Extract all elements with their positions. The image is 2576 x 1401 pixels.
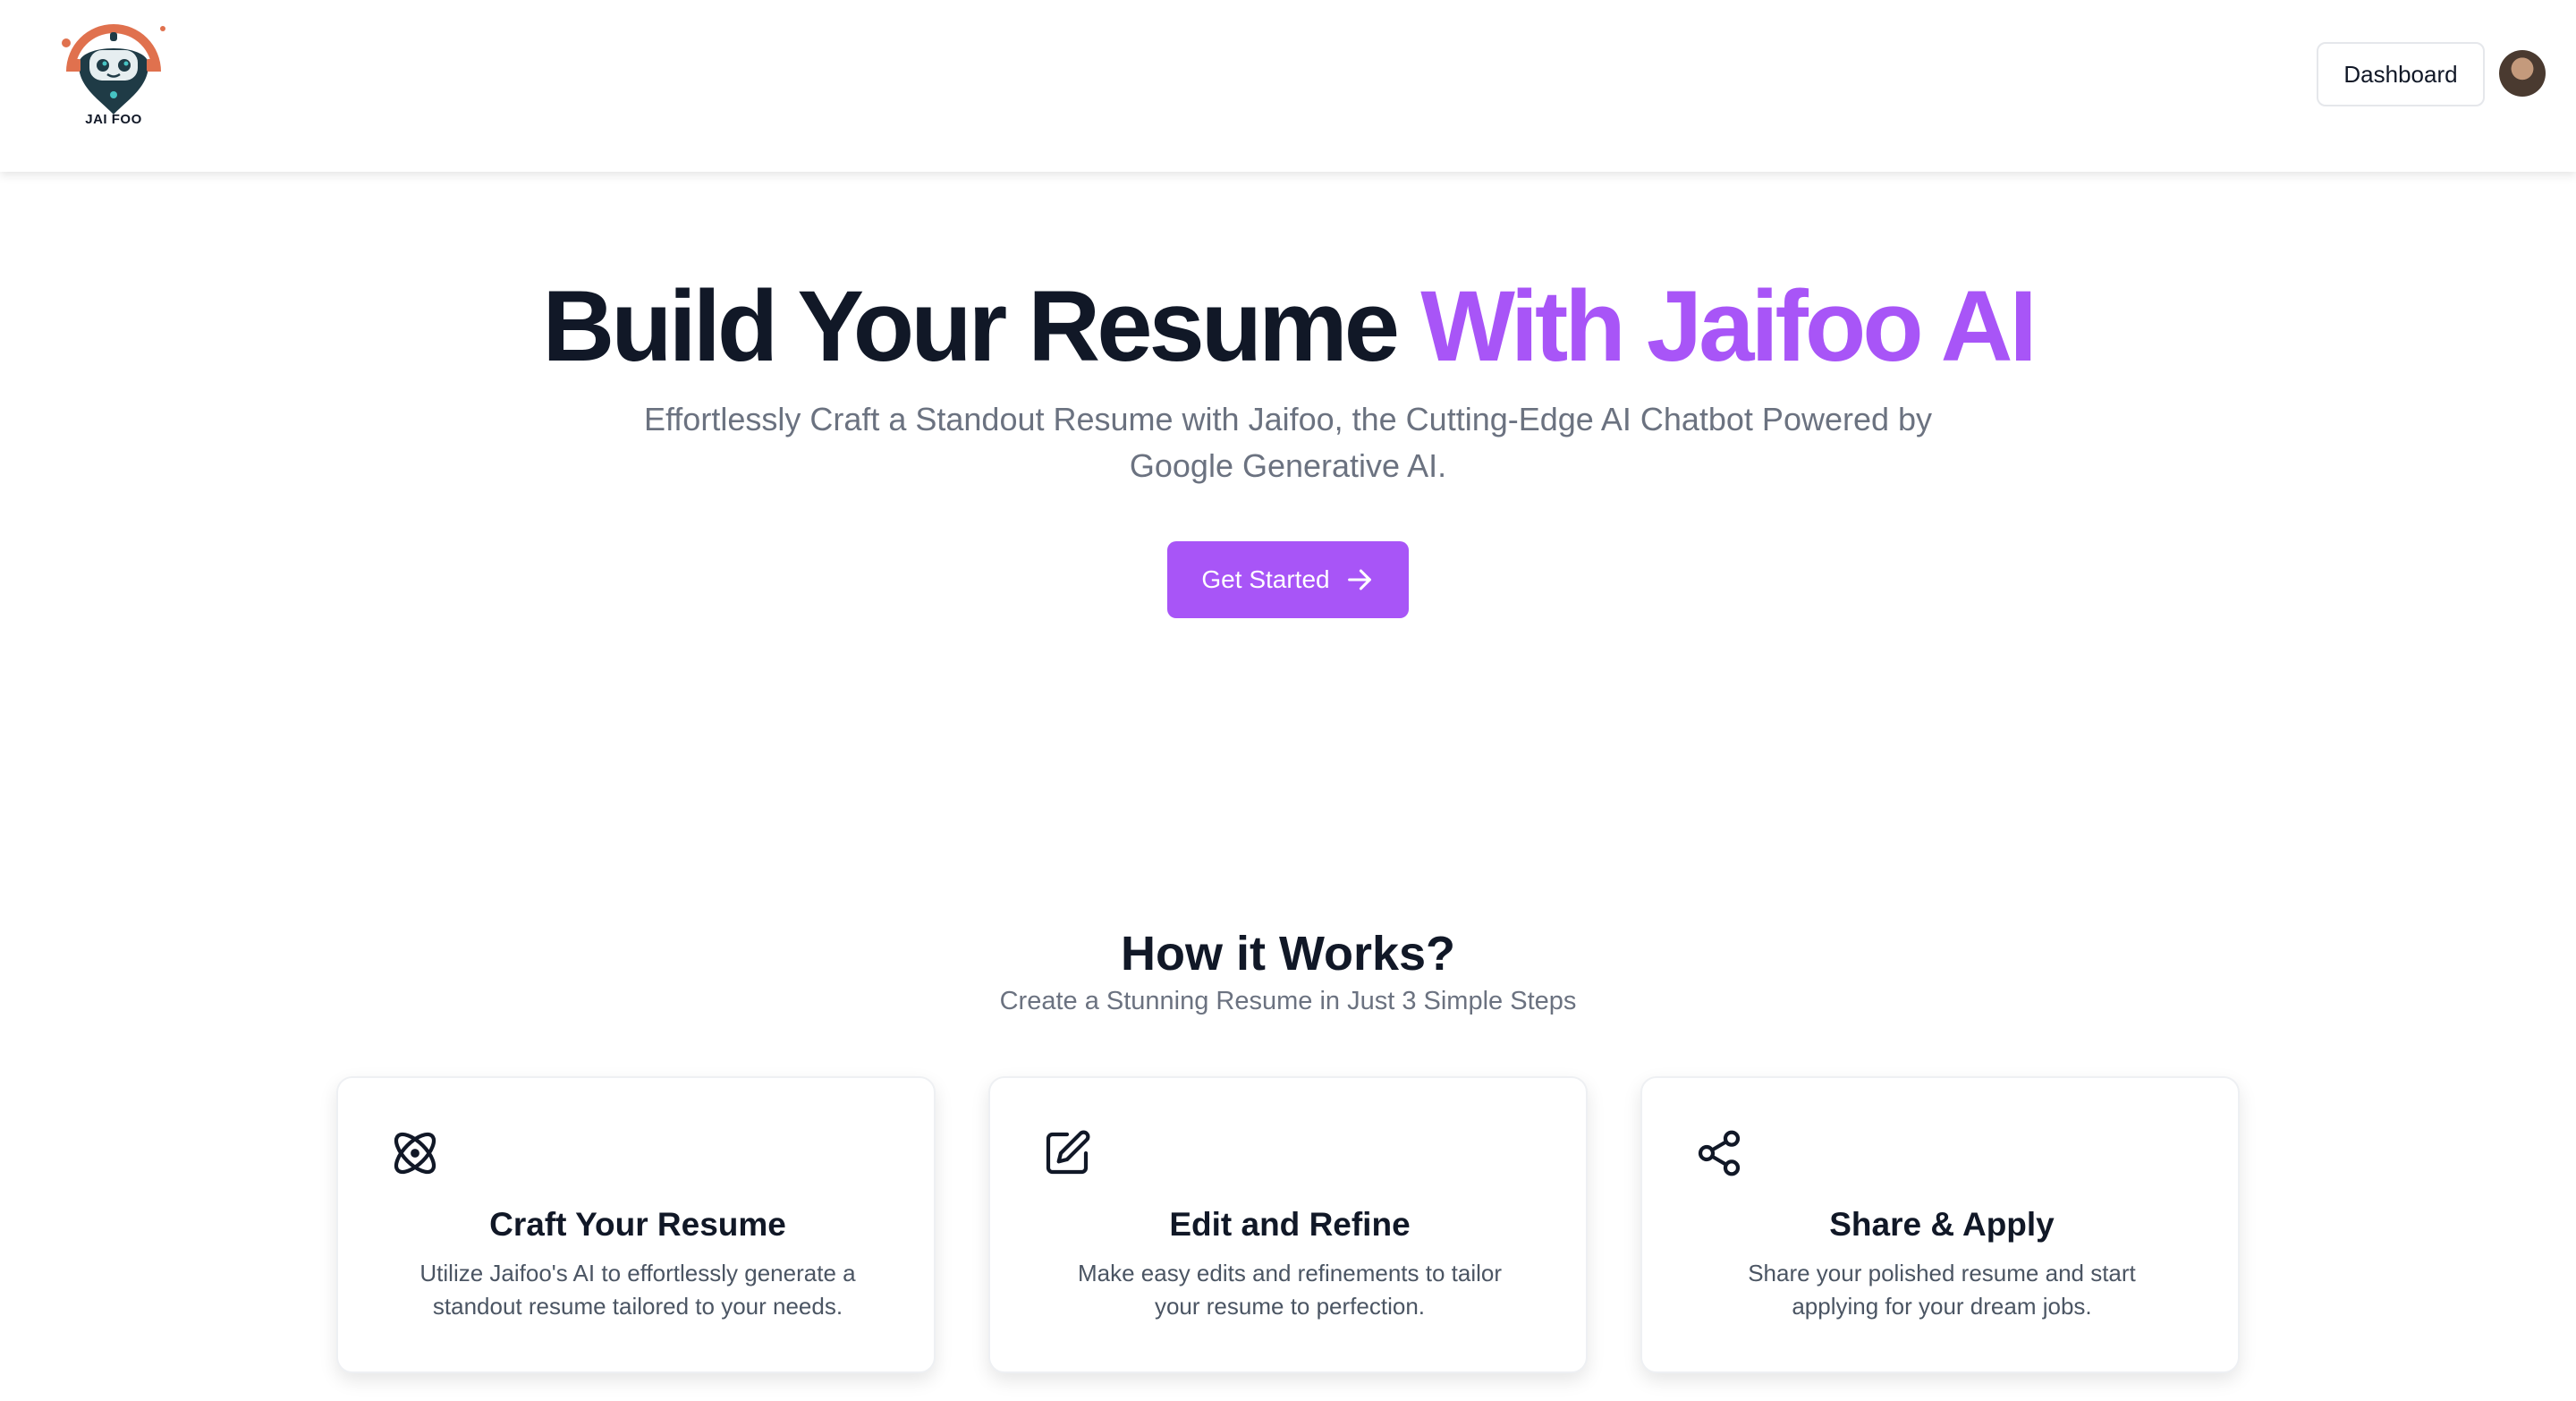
robot-logo-icon: [62, 24, 165, 115]
step-card-description: Make easy edits and refinements to tailo…: [1077, 1260, 1503, 1320]
share-icon: [1694, 1128, 1744, 1178]
step-card-title: Share & Apply: [1829, 1206, 2055, 1243]
get-started-label: Get Started: [1201, 565, 1330, 593]
step-card-edit: Edit and Refine Make easy edits and refi…: [988, 1076, 1588, 1373]
step-card-description: Share your polished resume and start app…: [1748, 1260, 2136, 1320]
how-it-works-subtitle: Create a Stunning Resume in Just 3 Simpl…: [999, 987, 1577, 1015]
jaifoo-logo[interactable]: JAI FOO: [55, 18, 172, 134]
top-navbar: JAI FOO Dashboard: [0, 0, 2576, 172]
step-card-share: Share & Apply Share your polished resume…: [1640, 1076, 2240, 1373]
logo-text: JAI FOO: [85, 112, 142, 127]
hero-title-main: Build Your Resume: [542, 270, 1400, 382]
how-it-works-title: How it Works?: [1120, 927, 1456, 981]
hero-subtitle: Effortlessly Craft a Standout Resume wit…: [643, 401, 1933, 484]
edit-icon: [1042, 1128, 1092, 1178]
arrow-right-icon: [1347, 569, 1371, 590]
user-avatar[interactable]: [2499, 50, 2546, 97]
hero-title-accent: With Jaifoo AI: [1420, 270, 2037, 382]
hero-title: Build Your Resume With Jaifoo AI: [0, 268, 2576, 385]
step-card-title: Edit and Refine: [1169, 1206, 1411, 1243]
step-card-craft: Craft Your Resume Utilize Jaifoo's AI to…: [336, 1076, 936, 1373]
dashboard-button[interactable]: Dashboard: [2317, 42, 2485, 106]
get-started-button[interactable]: Get Started: [1167, 541, 1409, 618]
atom-icon: [390, 1128, 440, 1178]
step-card-description: Utilize Jaifoo's AI to effortlessly gene…: [419, 1260, 856, 1320]
step-card-title: Craft Your Resume: [489, 1206, 786, 1243]
